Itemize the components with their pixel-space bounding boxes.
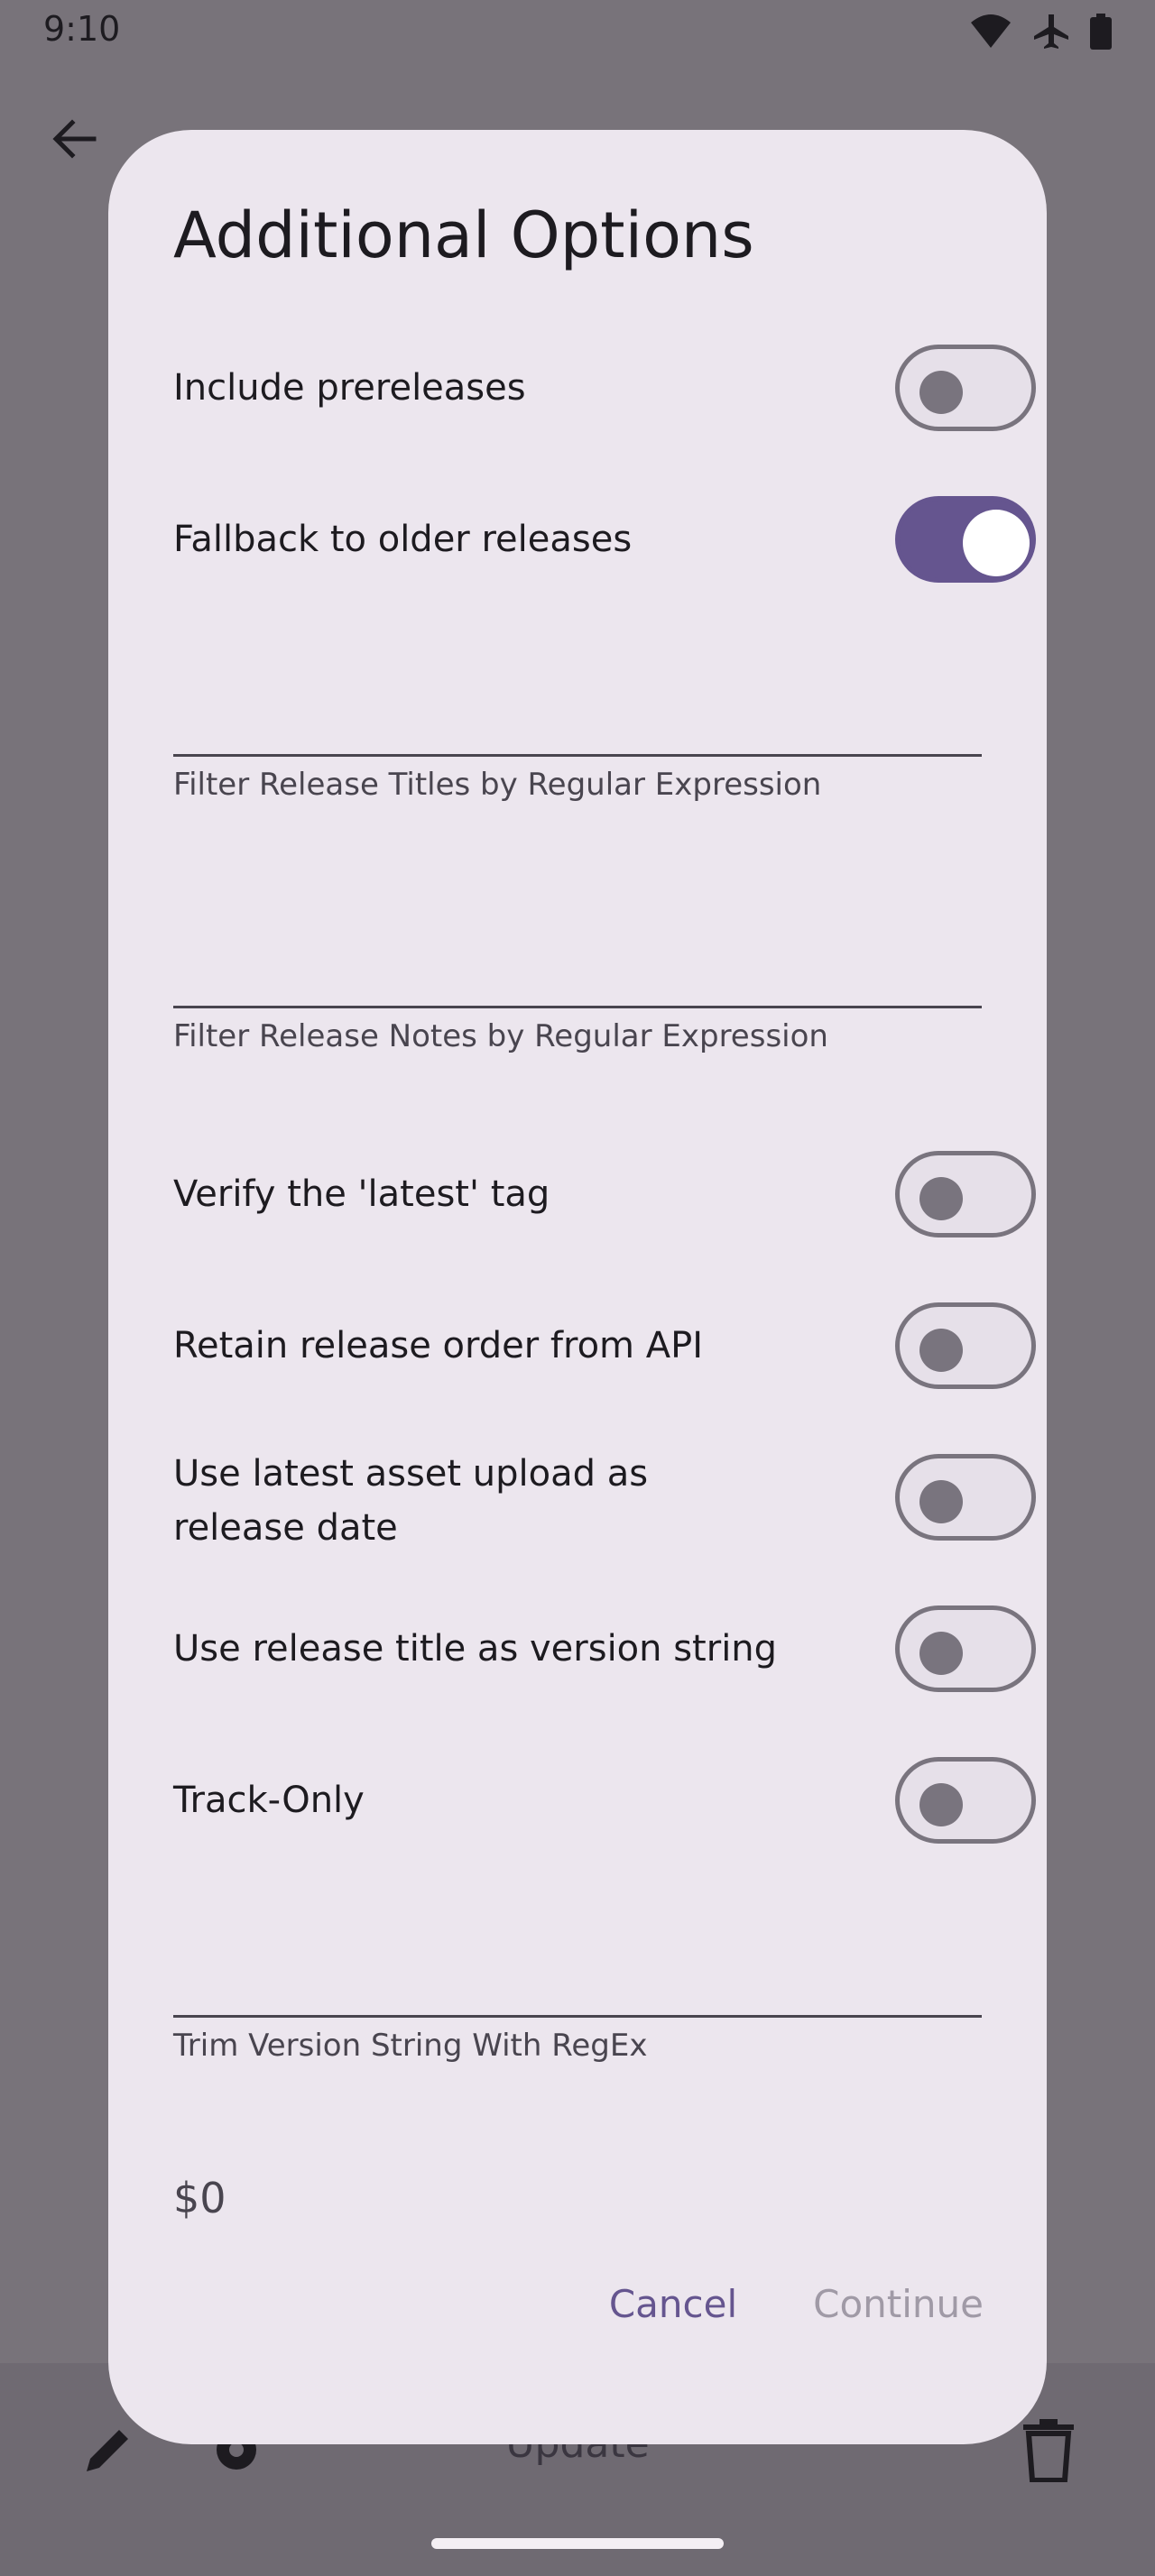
toggle-label: Fallback to older releases <box>173 519 633 560</box>
airplane-icon <box>1034 14 1068 49</box>
include-prereleases-switch[interactable] <box>895 345 1036 431</box>
toggle-row-retain-release-order[interactable]: Retain release order from API <box>173 1302 1036 1389</box>
release-title-as-version-switch[interactable] <box>895 1605 1036 1692</box>
track-only-switch[interactable] <box>895 1757 1036 1844</box>
filter-release-notes-field[interactable]: Filter Release Notes by Regular Expressi… <box>173 1006 982 1078</box>
field-label: Filter Release Notes by Regular Expressi… <box>173 1018 828 1054</box>
dialog-actions: Cancel Continue <box>609 2282 984 2326</box>
additional-options-dialog: Additional Options Include prereleases F… <box>108 130 1047 2444</box>
toggle-label: Verify the 'latest' tag <box>173 1173 550 1215</box>
switch-thumb <box>919 371 963 414</box>
filter-release-titles-field[interactable]: Filter Release Titles by Regular Express… <box>173 754 982 826</box>
delete-icon[interactable] <box>1020 2417 1077 2482</box>
switch-thumb <box>919 1177 963 1220</box>
toggle-row-verify-latest-tag[interactable]: Verify the 'latest' tag <box>173 1151 1036 1237</box>
status-bar: 9:10 <box>0 0 1155 65</box>
toggle-label: Use release title as version string <box>173 1628 778 1670</box>
field-underline <box>173 754 982 757</box>
switch-thumb <box>919 1632 963 1675</box>
back-arrow-icon[interactable] <box>49 114 99 164</box>
toggle-label: Use latest asset upload as release date <box>173 1453 649 1549</box>
latest-asset-upload-date-switch[interactable] <box>895 1454 1036 1541</box>
field-label: Filter Release Titles by Regular Express… <box>173 767 822 803</box>
battery-icon <box>1090 14 1112 50</box>
field-label: Trim Version String With RegEx <box>173 2028 648 2064</box>
field-underline <box>173 1006 982 1008</box>
home-indicator[interactable] <box>431 2538 724 2549</box>
dialog-title: Additional Options <box>173 198 754 272</box>
switch-thumb <box>919 1480 963 1523</box>
toggle-row-fallback-older-releases[interactable]: Fallback to older releases <box>173 496 1036 583</box>
status-time: 9:10 <box>43 9 121 49</box>
fallback-older-releases-switch[interactable] <box>895 496 1036 583</box>
cancel-button[interactable]: Cancel <box>609 2282 737 2326</box>
switch-thumb <box>963 510 1030 576</box>
match-group-input[interactable]: $0 <box>173 2174 226 2222</box>
wifi-icon <box>971 14 1011 48</box>
field-underline <box>173 2015 982 2018</box>
status-icons <box>969 13 1112 51</box>
toggle-row-latest-asset-upload-date[interactable]: Use latest asset upload as release date <box>173 1453 1036 1562</box>
toggle-label: Include prereleases <box>173 367 526 409</box>
retain-release-order-switch[interactable] <box>895 1302 1036 1389</box>
switch-thumb <box>919 1783 963 1826</box>
toggle-row-track-only[interactable]: Track-Only <box>173 1757 1036 1844</box>
continue-button[interactable]: Continue <box>813 2282 984 2326</box>
toggle-label: Track-Only <box>173 1780 365 1821</box>
verify-latest-tag-switch[interactable] <box>895 1151 1036 1237</box>
toggle-row-release-title-as-version[interactable]: Use release title as version string <box>173 1605 1036 1692</box>
toggle-label: Retain release order from API <box>173 1325 704 1366</box>
switch-thumb <box>919 1329 963 1372</box>
toggle-row-include-prereleases[interactable]: Include prereleases <box>173 345 1036 431</box>
trim-version-regex-field[interactable]: Trim Version String With RegEx <box>173 2015 982 2087</box>
